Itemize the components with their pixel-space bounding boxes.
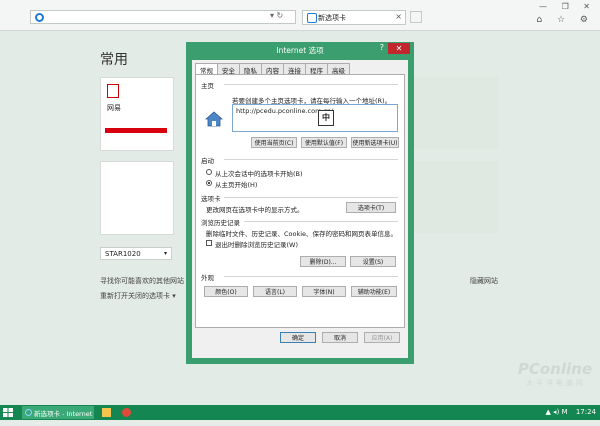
section-tabs: 选项卡 bbox=[201, 195, 221, 203]
ie-icon bbox=[25, 409, 32, 416]
browser-chrome: ▾ ↻ 新选项卡 × — ❐ ✕ ⌂ ☆ ⚙ bbox=[0, 0, 600, 31]
dialog-body: 常规 安全 隐私 内容 连接 程序 高级 主页 若要创建多个主页选项卡，请在每行… bbox=[192, 60, 408, 358]
use-new-tab-button[interactable]: 使用新选项卡(U) bbox=[351, 137, 399, 148]
link-reopen-label: 重新打开关闭的选项卡 bbox=[100, 292, 170, 300]
section-startup: 启动 bbox=[201, 157, 214, 165]
site-tile-bar bbox=[105, 128, 167, 133]
taskbar-item-label: 新选项卡 - Internet ... bbox=[34, 410, 93, 426]
taskbar: 新选项卡 - Internet ... ▲ ◂) M 17:24 bbox=[0, 405, 600, 426]
site-tile-right-2[interactable] bbox=[414, 161, 498, 233]
refresh-icon[interactable]: ▾ ↻ bbox=[270, 11, 283, 20]
radio-last-session[interactable] bbox=[206, 169, 212, 175]
divider bbox=[224, 84, 398, 85]
taskbar-item-ie[interactable]: 新选项卡 - Internet ... bbox=[22, 406, 94, 426]
close-button[interactable]: ✕ bbox=[388, 43, 410, 54]
ime-indicator: 中 bbox=[318, 110, 334, 126]
watermark-brand: PConline bbox=[517, 360, 592, 378]
tray-icons[interactable]: ▲ ◂) M bbox=[545, 408, 567, 416]
apply-button[interactable]: 应用(A) bbox=[364, 332, 400, 343]
window-controls[interactable]: — ❐ ✕ bbox=[539, 2, 596, 11]
accessibility-button[interactable]: 辅助功能(E) bbox=[351, 286, 397, 297]
delete-history-button[interactable]: 删除(D)... bbox=[300, 256, 346, 267]
cancel-button[interactable]: 取消 bbox=[322, 332, 358, 343]
toolbar-icons[interactable]: ⌂ ☆ ⚙ bbox=[536, 15, 594, 25]
ie-icon bbox=[35, 13, 44, 22]
watermark-tagline: 太平洋电脑网 bbox=[526, 379, 586, 387]
internet-options-dialog: Internet 选项 ? ✕ 常规 安全 隐私 内容 连接 程序 高级 主页 … bbox=[186, 42, 414, 364]
tab-page-icon bbox=[307, 13, 317, 23]
general-panel: 主页 若要创建多个主页选项卡，请在每行输入一个地址(R)。 http://pce… bbox=[195, 74, 405, 328]
fonts-button[interactable]: 字体(N) bbox=[302, 286, 346, 297]
history-description: 删除临时文件、历史记录、Cookie、保存的密码和网页表单信息。 bbox=[206, 230, 398, 238]
radio-home-page-label: 从主页开始(H) bbox=[215, 181, 258, 189]
home-page-icon bbox=[205, 111, 223, 127]
use-current-button[interactable]: 使用当前页(C) bbox=[251, 137, 297, 148]
system-tray: ▲ ◂) M 17:24 bbox=[545, 408, 596, 416]
section-history: 浏览历史记录 bbox=[201, 219, 240, 227]
site-tile-empty[interactable] bbox=[100, 161, 174, 235]
explorer-icon[interactable] bbox=[102, 408, 111, 417]
ok-button[interactable]: 确定 bbox=[280, 332, 316, 343]
tab-close-icon[interactable]: × bbox=[395, 12, 402, 21]
home-url-textarea[interactable]: http://pcedu.pconline.com.cn/ bbox=[232, 104, 398, 132]
page-title: 常用 bbox=[100, 52, 128, 68]
site-dropdown[interactable]: STAR1020 ▾ bbox=[100, 247, 172, 260]
address-bar[interactable] bbox=[30, 10, 296, 24]
netease-logo-icon bbox=[107, 84, 119, 98]
link-hide-sites[interactable]: 隐藏网站 bbox=[470, 276, 498, 286]
site-tile-name: 网易 bbox=[107, 104, 121, 112]
section-appearance: 外观 bbox=[201, 274, 214, 282]
site-tile-right-1[interactable] bbox=[414, 77, 498, 149]
dialog-tabs: 常规 安全 隐私 内容 连接 程序 高级 bbox=[195, 63, 350, 76]
languages-button[interactable]: 语言(L) bbox=[253, 286, 297, 297]
divider bbox=[224, 159, 398, 160]
help-icon[interactable]: ? bbox=[380, 43, 384, 52]
tabs-description: 更改网页在选项卡中的显示方式。 bbox=[206, 206, 304, 214]
delete-on-exit-label: 退出时删除浏览历史记录(W) bbox=[215, 241, 298, 249]
divider bbox=[224, 276, 398, 277]
use-default-button[interactable]: 使用默认值(F) bbox=[301, 137, 347, 148]
new-tab-button[interactable] bbox=[410, 11, 422, 23]
tab-title: 新选项卡 bbox=[318, 14, 346, 22]
chrome-icon[interactable] bbox=[122, 408, 131, 417]
link-more-sites[interactable]: 寻找你可能喜欢的其他网站 bbox=[100, 276, 184, 286]
clock[interactable]: 17:24 bbox=[576, 408, 596, 416]
chevron-down-icon: ▾ bbox=[163, 250, 167, 257]
divider bbox=[224, 197, 398, 198]
link-reopen-tabs[interactable]: 重新打开关闭的选项卡 ▾ bbox=[100, 291, 176, 301]
site-tile-netease[interactable]: 网易 bbox=[100, 77, 174, 151]
section-home: 主页 bbox=[201, 82, 214, 90]
radio-home-page[interactable] bbox=[206, 180, 212, 186]
history-settings-button[interactable]: 设置(S) bbox=[350, 256, 396, 267]
tab-new-tab[interactable]: 新选项卡 × bbox=[302, 10, 406, 25]
tabs-settings-button[interactable]: 选项卡(T) bbox=[346, 202, 396, 213]
divider bbox=[244, 221, 398, 222]
chevron-down-icon: ▾ bbox=[172, 292, 176, 300]
colors-button[interactable]: 颜色(O) bbox=[204, 286, 248, 297]
delete-on-exit-checkbox[interactable] bbox=[206, 240, 212, 246]
dropdown-value: STAR1020 bbox=[105, 250, 141, 258]
radio-last-session-label: 从上次会话中的选项卡开始(B) bbox=[215, 170, 303, 178]
windows-start-icon[interactable] bbox=[3, 408, 13, 417]
